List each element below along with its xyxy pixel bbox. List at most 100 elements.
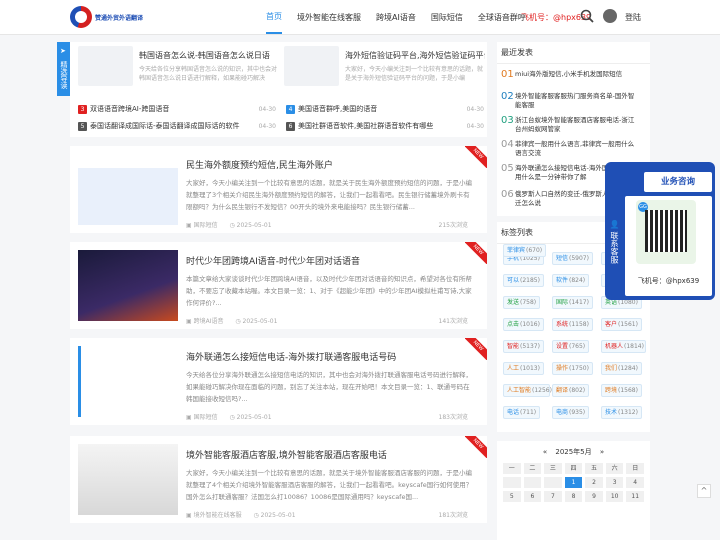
back-to-top-button[interactable]: ^	[697, 484, 711, 498]
featured-card-title[interactable]: 海外短信验证码平台,海外短信验证码平台	[345, 50, 485, 61]
recent-post-title[interactable]: miui海外版短信,小米手机发国际短信	[515, 70, 639, 80]
tag-item[interactable]: 短信(5907)	[552, 252, 593, 265]
tag-item[interactable]: 设置(765)	[552, 340, 590, 353]
calendar-day[interactable]: 6	[523, 491, 542, 502]
calendar-day[interactable]: 11	[626, 491, 644, 502]
tag-item[interactable]: 技术(1312)	[601, 406, 642, 419]
article-card[interactable]: 境外智能客服酒店客服,境外智能客服酒店客服电话 大家好，今天小编关注到一个比较有…	[70, 436, 487, 523]
clock-icon: ◷	[235, 318, 243, 325]
tag-item[interactable]: 我们(1284)	[601, 362, 642, 375]
login-link[interactable]: 登陆	[625, 12, 641, 23]
calendar-day[interactable]: 2	[585, 477, 603, 488]
contact-service-tab[interactable]: 👤 联系客服	[605, 162, 623, 300]
tag-item[interactable]: 国际(1417)	[552, 296, 593, 309]
article-thumbnail[interactable]	[78, 250, 178, 321]
tag-item[interactable]: 电话(711)	[503, 406, 541, 419]
tag-item[interactable]: 客户(1561)	[601, 318, 642, 331]
tag-item[interactable]: 软件(824)	[552, 274, 590, 287]
article-card[interactable]: 海外联通怎么接短信电话-海外拨打联通客服电话号码 今天给各位分享海外联通怎么接短…	[70, 338, 487, 425]
mini-list-item[interactable]: 3 双语语音跨境AI-跨国语音 04-30	[78, 103, 276, 115]
recent-post-title[interactable]: 菲律宾一般用什么语言,菲律宾一般用什么语言交流	[515, 140, 639, 158]
mini-list-title[interactable]: 泰国话翻译成国际话-泰国话翻译成国际话的软件	[90, 121, 255, 131]
featured-card-image	[284, 46, 339, 86]
article-card[interactable]: 时代少年团跨境AI语音-时代少年团对话语音 本篇文章给大家谈谈时代少年团跨境AI…	[70, 242, 487, 329]
article-thumbnail[interactable]	[78, 444, 178, 515]
nav-global-voice-call[interactable]: 全球语音群呼	[478, 0, 526, 35]
calendar-day[interactable]: 7	[544, 491, 562, 502]
new-badge: NEW	[465, 338, 487, 360]
nav-international-sms[interactable]: 国际短信	[431, 0, 463, 35]
tag-item[interactable]: 可以(2185)	[503, 274, 544, 287]
tag-item[interactable]: 跨境(1568)	[601, 384, 642, 397]
featured-card[interactable]: 韩国语音怎么说-韩国语音怎么说日语 今天给各位分享韩国语音怎么说的知识，其中也会…	[74, 42, 279, 98]
calendar-day[interactable]: 9	[585, 491, 603, 502]
tag-count: (1417)	[569, 299, 589, 306]
calendar-day[interactable]: 10	[605, 491, 624, 502]
tag-item[interactable]: 操作(1750)	[552, 362, 593, 375]
contact-service-label: 联系客服	[610, 231, 619, 264]
article-category[interactable]: 跨境AI语音	[194, 318, 224, 325]
calendar-day[interactable]: 5	[503, 491, 521, 502]
new-badge-label: NEW	[465, 338, 487, 360]
article-category[interactable]: 国际短信	[194, 414, 218, 421]
tag-item[interactable]: 人工智能(1256)	[503, 384, 552, 397]
article-thumbnail[interactable]	[78, 346, 178, 417]
calendar-day[interactable]: 8	[564, 491, 583, 502]
tag-item[interactable]: 人工(1013)	[503, 362, 544, 375]
calendar-next-button[interactable]: »	[600, 448, 604, 456]
tag-item[interactable]: 电商(935)	[552, 406, 590, 419]
recent-post-item[interactable]: 01 miui海外版短信,小米手机发国际短信	[501, 70, 639, 80]
site-logo[interactable]: 赞通外贸外语翻译	[70, 6, 160, 28]
tag-item[interactable]: 发送(758)	[503, 296, 541, 309]
tag-count: (1568)	[618, 387, 638, 394]
calendar-day[interactable]: 1	[564, 477, 583, 488]
user-avatar-icon[interactable]	[603, 9, 617, 23]
article-category[interactable]: 国际短信	[194, 222, 218, 229]
calendar-day[interactable]: 4	[626, 477, 644, 488]
mini-list-item[interactable]: 5 泰国话翻译成国际话-泰国话翻译成国际话的软件 04-30	[78, 120, 276, 132]
search-icon[interactable]	[580, 9, 594, 23]
mini-list-title[interactable]: 美国社群语音软件,美国社群语音软件有哪些	[298, 121, 463, 131]
mini-list-item[interactable]: 6 美国社群语音软件,美国社群语音软件有哪些 04-30	[286, 120, 484, 132]
featured-card-title[interactable]: 韩国语音怎么说-韩国语音怎么说日语	[139, 50, 279, 61]
tag-item[interactable]: 菲律宾(670)	[503, 244, 547, 257]
mini-list-item[interactable]: 4 美国语音群呼,美国的语音 04-30	[286, 103, 484, 115]
tag-label: 技术	[605, 409, 618, 416]
tag-count: (1013)	[520, 365, 540, 372]
tag-count: (765)	[569, 343, 586, 350]
recent-post-title[interactable]: 境外智能客服客服热门服务商名单-国外智能客服	[515, 92, 639, 110]
calendar-prev-button[interactable]: «	[543, 448, 547, 456]
nav-home[interactable]: 首页	[266, 1, 282, 34]
recent-post-item[interactable]: 04 菲律宾一般用什么语言,菲律宾一般用什么语言交流	[501, 140, 639, 158]
recent-rank: 05	[501, 163, 514, 174]
nav-overseas-customer-service[interactable]: 境外智能在线客服	[297, 0, 361, 35]
tag-label: 国际	[556, 299, 569, 306]
article-title[interactable]: 时代少年团跨境AI语音-时代少年团对话语音	[186, 254, 360, 267]
tag-item[interactable]: 智能(5137)	[503, 340, 544, 353]
mini-list-title[interactable]: 美国语音群呼,美国的语音	[298, 104, 463, 114]
new-badge: NEW	[465, 436, 487, 458]
tag-item[interactable]: 系统(1158)	[552, 318, 593, 331]
article-title[interactable]: 民生海外额度预约短信,民生海外账户	[186, 158, 333, 171]
tag-item[interactable]: 翻译(802)	[552, 384, 590, 397]
tag-label: 人工智能	[507, 387, 532, 394]
article-excerpt: 本篇文章给大家谈谈时代少年团跨境AI语音，以及时代少年团对话语音的知识点，希望对…	[186, 275, 472, 307]
article-category[interactable]: 境外智能在线客服	[194, 512, 242, 519]
article-card[interactable]: 民生海外额度预约短信,民生海外账户 大家好，今天小编关注到一个比较有意思的话题，…	[70, 146, 487, 233]
mini-list-title[interactable]: 双语语音跨境AI-跨国语音	[90, 104, 255, 114]
article-thumbnail[interactable]	[78, 154, 178, 225]
tag-item[interactable]: 机器人(1814)	[601, 340, 646, 353]
featured-side-tab[interactable]: ➤ 精选导读	[57, 42, 70, 96]
recent-rank: 04	[501, 139, 514, 150]
article-title[interactable]: 海外联通怎么接短信电话-海外拨打联通客服电话号码	[186, 350, 396, 363]
article-title[interactable]: 境外智能客服酒店客服,境外智能客服酒店客服电话	[186, 448, 387, 461]
recent-post-title[interactable]: 浙江台蚁境外智能客服酒店客服电话-浙江台州蚂蚁网管家	[515, 116, 639, 134]
consult-float-panel[interactable]: 👤 联系客服 业务咨询 GG 飞机号：@hpx639	[605, 162, 715, 300]
folder-icon: ▣	[186, 512, 194, 519]
recent-post-item[interactable]: 02 境外智能客服客服热门服务商名单-国外智能客服	[501, 92, 639, 110]
nav-cross-border-ai-voice[interactable]: 跨境AI语音	[376, 0, 416, 35]
calendar-day[interactable]: 3	[605, 477, 624, 488]
recent-post-item[interactable]: 03 浙江台蚁境外智能客服酒店客服电话-浙江台州蚂蚁网管家	[501, 116, 639, 134]
tag-item[interactable]: 点击(1016)	[503, 318, 544, 331]
featured-card[interactable]: 海外短信验证码平台,海外短信验证码平台 大家好，今天小编关注到一个比较有意思的话…	[280, 42, 485, 98]
